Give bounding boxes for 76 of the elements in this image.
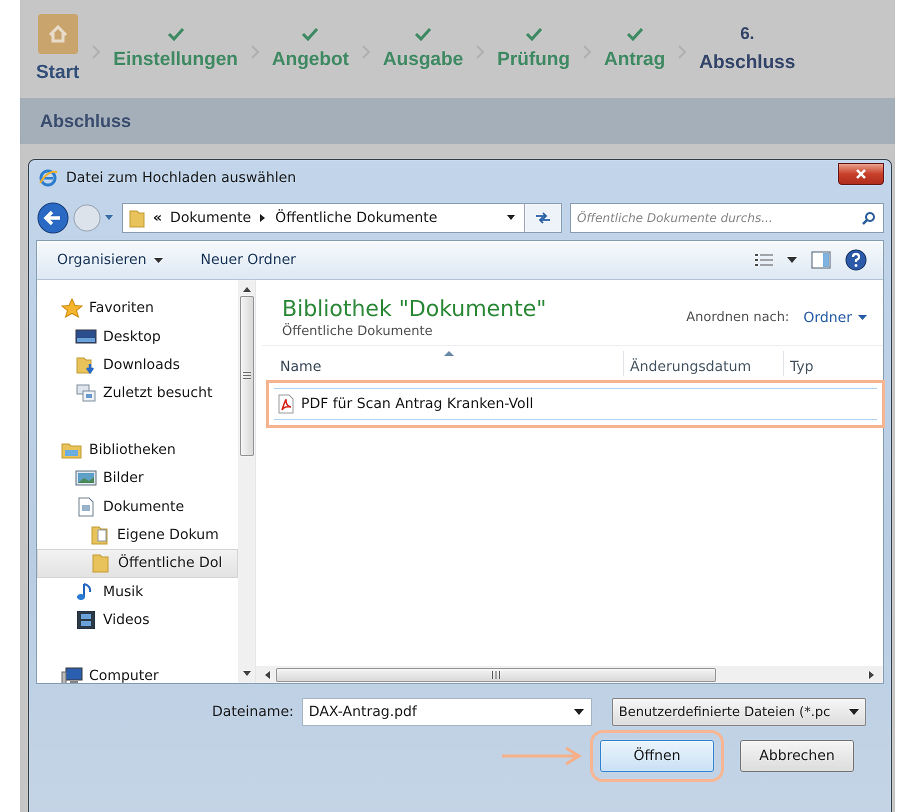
column-header[interactable]: Änderungsdatum	[624, 351, 784, 376]
dropdown-caret-icon[interactable]	[506, 215, 516, 221]
breadcrumb-arrow-icon[interactable]	[259, 213, 268, 223]
check-icon	[626, 27, 644, 41]
column-header[interactable]: Typ	[784, 351, 820, 376]
scroll-down-icon[interactable]	[242, 671, 250, 677]
close-icon	[855, 169, 867, 179]
file-type-dropdown[interactable]: Benutzerdefinierte Dateien (*.pc	[612, 698, 866, 726]
file-row[interactable]: PDF für Scan Antrag Kranken-Voll	[274, 388, 877, 420]
library-subtitle: Öffentliche Dokumente	[282, 324, 434, 338]
scroll-right-icon[interactable]	[869, 670, 875, 678]
folder-icon	[129, 208, 145, 228]
nav-item[interactable]: Musik	[37, 578, 238, 606]
caret-icon	[154, 258, 162, 262]
check-icon	[524, 27, 543, 41]
check-icon	[414, 27, 432, 41]
grip-icon	[242, 372, 250, 380]
filename-field[interactable]: DAX-Antrag.pdf	[302, 698, 592, 726]
step-label: Abschluss	[699, 52, 796, 74]
search-field[interactable]: Öffentliche Dokumente durchs...	[570, 203, 884, 233]
nav-item[interactable]: Dokumente	[37, 492, 238, 521]
nav-item[interactable]: Computer	[37, 662, 238, 683]
nav-item[interactable]: Favoriten	[37, 294, 238, 322]
preview-pane-icon[interactable]	[811, 251, 831, 269]
dropdown-caret-icon	[848, 709, 859, 715]
arrange-dropdown[interactable]: Ordner	[803, 310, 867, 326]
dialog-title: Datei zum Hochladen auswählen	[66, 170, 296, 186]
address-bar[interactable]: « Dokumente Öffentliche Dokumente	[122, 203, 562, 233]
dropdown-caret-icon[interactable]	[574, 709, 584, 715]
vertical-scrollbar[interactable]	[238, 280, 255, 683]
column-header[interactable]: Name	[274, 351, 624, 376]
nav-item[interactable]: Desktop	[37, 322, 238, 351]
breadcrumb-item[interactable]: Öffentliche Dokumente	[275, 210, 438, 226]
step-number: 6.	[740, 24, 754, 44]
breadcrumb-item[interactable]: Dokumente	[170, 210, 252, 226]
sort-arrow-icon	[444, 351, 454, 356]
help-icon[interactable]	[845, 249, 867, 271]
folder-icon	[75, 354, 97, 375]
history-caret-icon[interactable]	[104, 214, 114, 222]
check-icon	[166, 27, 185, 41]
caret-icon	[858, 315, 867, 320]
pdf-file-icon	[278, 394, 294, 414]
filename-label: Dateiname:	[212, 704, 294, 720]
nav-item[interactable]: Bilder	[37, 464, 238, 492]
refresh-icon	[534, 211, 552, 225]
browser-icon	[38, 168, 58, 188]
scroll-up-icon[interactable]	[242, 286, 250, 292]
back-icon[interactable]	[36, 201, 70, 235]
grip-icon	[491, 670, 501, 678]
computer-icon	[61, 666, 83, 683]
search-icon[interactable]	[862, 211, 876, 225]
nav-item[interactable]: Downloads	[37, 350, 238, 380]
nav-item[interactable]: Eigene Dokum	[37, 520, 238, 550]
arrange-label: Anordnen nach:	[686, 310, 790, 325]
scroll-left-icon[interactable]	[264, 670, 270, 678]
organize-button[interactable]: Organisieren	[45, 248, 174, 272]
dialog-button[interactable]: Abbrechen	[740, 740, 854, 772]
new-folder-button[interactable]: Neuer Ordner	[188, 248, 308, 272]
refresh-button[interactable]	[524, 204, 561, 232]
step-label[interactable]: Start	[36, 62, 80, 84]
view-options-icon[interactable]	[755, 253, 773, 267]
recent-places-icon	[75, 383, 97, 404]
section-title: Abschluss	[40, 110, 132, 132]
image-icon	[75, 468, 97, 488]
nav-item[interactable]: Öffentliche Dol	[37, 549, 238, 578]
close-button[interactable]	[838, 163, 884, 185]
view-caret-icon[interactable]	[787, 257, 797, 263]
film-icon	[75, 610, 97, 630]
nav-item[interactable]: Bibliotheken	[37, 436, 238, 464]
library-title: Bibliothek "Dokumente"	[282, 296, 548, 322]
nav-item[interactable]: Zuletzt besucht	[37, 379, 238, 408]
overflow-mark[interactable]: «	[153, 210, 162, 226]
nav-item[interactable]: Videos	[37, 606, 238, 634]
star-icon	[61, 298, 83, 318]
check-icon	[301, 27, 320, 41]
horizontal-scrollbar[interactable]	[256, 666, 883, 683]
